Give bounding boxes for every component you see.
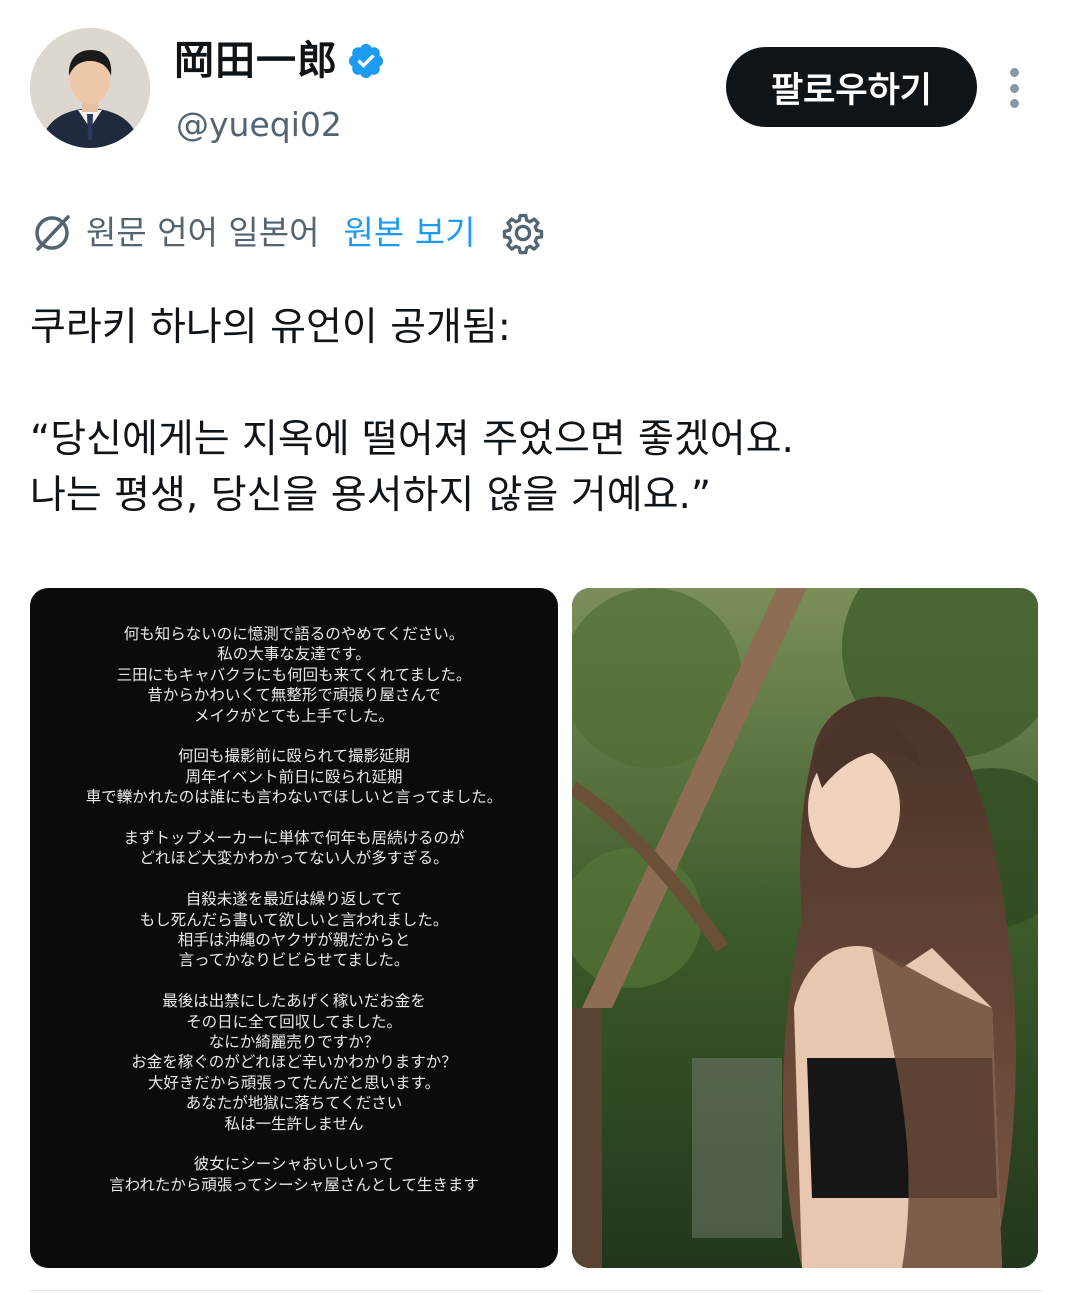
image-text-line: 私は一生許しません: [224, 1114, 364, 1133]
translation-bar: 원문 언어 일본어 원본 보기: [30, 208, 545, 258]
translation-label: 원문 언어 일본어: [86, 213, 320, 252]
image-text-paragraph: 自殺未遂を最近は繰り返してて もし死んだら書いて欲しいと言われました。 相手は沖縄の…: [30, 889, 558, 971]
tweet-body: 쿠라키 하나의 유언이 공개됨: “당신에게는 지옥에 떨어져 주었으면 좋겠어…: [30, 300, 1040, 524]
author-handle[interactable]: @yueqi02: [176, 104, 342, 146]
image-text-line: その日に全て回収してました。: [186, 1012, 402, 1031]
image-text-line: 何回も撮影前に殴られて撮影延期: [177, 747, 411, 766]
image-text-line: 自殺未遂を最近は繰り返してて: [185, 890, 403, 909]
gear-icon[interactable]: [501, 211, 545, 255]
image-text-line: どれほど大変かわかってない人が多すぎる。: [139, 849, 449, 868]
image-text-paragraph: 何回も撮影前に殴られて撮影延期 周年イベント前日に殴られ延期車で轢かれたのは誰にも…: [30, 746, 558, 807]
media-image-photo[interactable]: [572, 588, 1038, 1268]
translate-globe-icon: [35, 215, 70, 251]
author-display-name[interactable]: 岡田一郎: [174, 36, 338, 86]
image-text-line: もし死んだら書いて欲しいと言われました。: [139, 910, 449, 929]
image-text-line: 三田にもキャバクラにも何回も来てくれてました。: [116, 665, 472, 684]
more-options-icon[interactable]: [996, 62, 1032, 114]
image-text-paragraph: 最後は出禁にしたあげく稼いだお金を その日に全て回収してました。 なにか綺麗売りです…: [30, 991, 558, 1134]
image-text-line: 最後は出禁にしたあげく稼いだお金を: [162, 992, 426, 1011]
follow-button[interactable]: 팔로우하기: [726, 47, 977, 127]
tweet-headline: 쿠라키 하나의 유언이 공개됨:: [30, 305, 511, 350]
image-text-line: メイクがとても上手でした。: [194, 706, 394, 725]
image-text-line: 周年イベント前日に殴られ延期: [185, 767, 403, 786]
tweet-quote: “당신에게는 지옥에 떨어져 주었으면 좋겠어요. 나는 평생, 당신을 용서하…: [30, 417, 794, 518]
image-text-paragraph: 何も知らないのに憶測で語るのやめてください。 私の大事な友達です。 三田にもキャバク…: [30, 624, 558, 726]
image-text-line: 車で轢かれたのは誰にも言わないでほしいと言ってました。: [85, 788, 503, 807]
image-text-line: 昔からかわいくて無整形で頑張り屋さんで: [147, 686, 441, 705]
image-text-line: あなたが地獄に落ちてください: [185, 1094, 403, 1113]
image-text-paragraph: まずトップメーカーに単体で何年も居続けるのが どれほど大変かわかってない人が多すぎ…: [30, 828, 558, 869]
image-text-line: 私の大事な友達です。: [217, 645, 371, 664]
image-japanese-text: 何も知らないのに憶測で語るのやめてください。 私の大事な友達です。 三田にもキャバク…: [30, 624, 558, 1216]
image-text-line: 彼女にシーシャおいしいって: [193, 1155, 395, 1174]
verified-badge-icon: [348, 43, 384, 79]
image-text-line: まずトップメーカーに単体で何年も居続けるのが: [123, 829, 465, 848]
image-text-paragraph: 彼女にシーシャおいしいって 言われたから頑張ってシーシャ屋さんとして生きます: [30, 1154, 558, 1195]
image-text-line: 何も知らないのに憶測で語るのやめてください。: [123, 625, 465, 643]
image-text-line: 大好きだから頑張ってたんだと思います。: [147, 1073, 441, 1092]
image-text-line: なにか綺麗売りですか？: [208, 1033, 380, 1052]
image-text-line: 言ってかなりビビらせてました。: [178, 951, 410, 970]
author-avatar[interactable]: [30, 28, 150, 148]
divider: [30, 1290, 1042, 1291]
image-text-line: お金を稼ぐのがどれほど辛いかわかりますか？: [131, 1053, 457, 1072]
media-image-text-screenshot[interactable]: 何も知らないのに憶測で語るのやめてください。 私の大事な友達です。 三田にもキャバク…: [30, 588, 558, 1268]
image-text-line: 相手は沖縄のヤクザが親だからと: [177, 931, 411, 950]
image-text-line: 言われたから頑張ってシーシャ屋さんとして生きます: [109, 1175, 479, 1194]
view-original-link[interactable]: 원본 보기: [344, 211, 476, 255]
